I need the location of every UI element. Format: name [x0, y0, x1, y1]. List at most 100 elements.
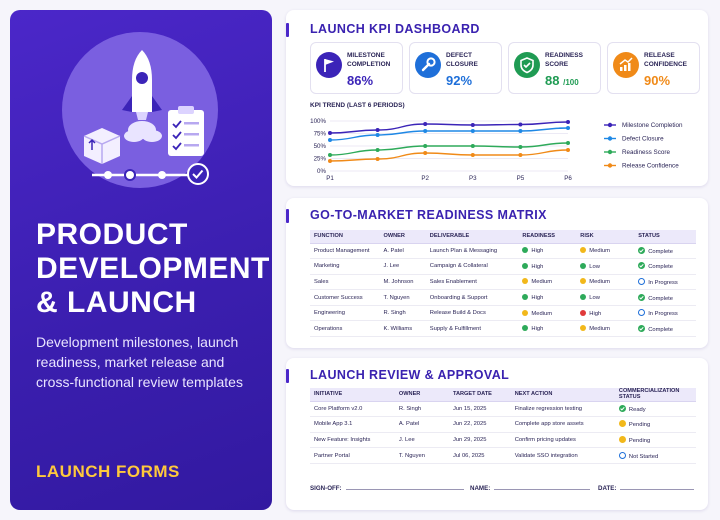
readiness-cell-label: High: [531, 295, 544, 302]
function-cell: Sales: [310, 274, 380, 291]
hero-title-line-3: & LAUNCH: [36, 286, 197, 319]
table-row: New Feature: Insights J. Lee Jun 29, 2025 C…: [310, 432, 696, 449]
status-cell: Ready: [614, 401, 696, 418]
function-cell: Operations: [310, 320, 380, 338]
hero-panel: PRODUCT DEVELOPMENT & LAUNCH Development…: [10, 10, 272, 510]
checklist-icon: [168, 106, 204, 156]
data-point: [375, 157, 380, 161]
column-header: NEXT ACTION: [510, 388, 615, 402]
data-point: [423, 144, 428, 148]
status-label: Complete: [648, 264, 673, 271]
table-row: Mobile App 3.1 A. Patel Jun 22, 2025 Comple…: [310, 416, 696, 433]
deliverable-cell: Onboarding & Support: [425, 289, 519, 306]
data-point: [566, 148, 570, 152]
status-dot-icon: [522, 262, 529, 269]
readiness-cell-label: High: [531, 248, 544, 255]
column-header: FUNCTION: [310, 230, 380, 244]
owner-cell: J. Lee: [379, 258, 426, 275]
table-row: Partner Portal T. Nguyen Jul 06, 2025 Valid…: [310, 447, 696, 464]
data-point: [423, 122, 428, 126]
data-point: [423, 151, 428, 155]
signoff-field[interactable]: SIGN-OFF:: [310, 484, 470, 492]
rocket-icon: [122, 50, 162, 142]
hero-title-line-1: PRODUCT: [36, 218, 188, 251]
status-dot-icon: [522, 309, 529, 316]
title-accent: [286, 209, 289, 223]
status-dot-icon: [522, 247, 529, 254]
column-header: READINESS: [518, 230, 577, 244]
owner-cell: T. Nguyen: [379, 289, 426, 306]
risk-cell: High: [576, 305, 635, 322]
date-field[interactable]: DATE:: [598, 484, 698, 492]
owner-cell: K. Williams: [379, 320, 426, 338]
risk-cell-label: Medium: [589, 248, 610, 255]
status-dot-icon: [522, 294, 529, 301]
x-tick-label: P6: [564, 175, 572, 182]
data-point: [375, 148, 380, 152]
risk-cell: Low: [576, 289, 635, 306]
column-header: STATUS: [634, 230, 696, 244]
table-header-row: INITIATIVE OWNER TARGET DATE NEXT ACTION COM…: [310, 388, 696, 402]
status-dot-icon: [580, 309, 587, 316]
initiative-cell: New Feature: Insights: [310, 432, 395, 449]
next-action-cell: Complete app store assets: [510, 416, 615, 433]
check-circle-icon: [638, 293, 646, 301]
pending-dot-icon: [618, 435, 626, 443]
package-icon: [83, 128, 121, 164]
data-point: [518, 153, 523, 157]
data-point: [470, 123, 475, 127]
kpi-dashboard-card: LAUNCH KPI DASHBOARD MILESTONE COMPLETIO…: [286, 10, 708, 186]
legend-marker: [607, 149, 613, 155]
risk-cell-label: Medium: [589, 326, 610, 333]
column-header: RISK: [576, 230, 635, 244]
data-point: [328, 138, 332, 142]
status-label: Not Started: [628, 453, 659, 460]
series-line: [329, 142, 569, 156]
risk-cell-label: Medium: [589, 279, 610, 286]
status-dot-icon: [580, 325, 587, 332]
status-dot-icon: [522, 278, 529, 285]
risk-cell: Medium: [576, 274, 635, 291]
kpi-trend-chart: 100% 75% 50% 25% 0%P1 P2 P3 P5 P6 Milestone Compl…: [310, 118, 683, 182]
next-action-cell: Finalize regression testing: [510, 401, 615, 418]
target-date-cell: Jun 22, 2025: [448, 416, 511, 433]
risk-cell-label: Low: [589, 295, 600, 302]
deliverable-cell: Sales Enablement: [425, 274, 519, 291]
owner-cell: M. Johnson: [379, 274, 426, 291]
status-label: In Progress: [648, 311, 678, 318]
status-label: Pending: [628, 422, 651, 429]
y-tick-label: 0%: [317, 168, 326, 175]
status-cell: Complete: [634, 320, 696, 338]
status-cell: Pending: [614, 416, 696, 433]
review-approval-card: LAUNCH REVIEW & APPROVAL INITIATIVE OWNER…: [286, 358, 708, 510]
readiness-cell-label: Medium: [531, 310, 553, 317]
hero-tag: LAUNCH FORMS: [36, 462, 180, 481]
check-circle-icon: [618, 404, 626, 412]
next-action-cell: Validate SSO integration: [510, 447, 615, 464]
data-point: [328, 159, 332, 163]
page: PRODUCT DEVELOPMENT & LAUNCH Development…: [0, 0, 720, 520]
readiness-cell-label: High: [531, 263, 544, 270]
signoff-row: SIGN-OFF: NAME: DATE:: [310, 484, 700, 492]
check-circle-icon: [638, 246, 646, 254]
progress-circle-icon: [638, 277, 646, 285]
deliverable-cell: Launch Plan & Messaging: [425, 243, 519, 260]
column-header: DELIVERABLE: [425, 230, 519, 244]
name-field[interactable]: NAME:: [470, 484, 598, 492]
table-row: Customer Success T. Nguyen Onboarding & Su…: [310, 289, 696, 306]
check-circle-icon: [187, 163, 209, 185]
data-point: [566, 126, 570, 130]
owner-cell: A. Patel: [379, 243, 426, 260]
series-line: [329, 149, 569, 162]
target-date-cell: Jun 29, 2025: [448, 432, 511, 449]
target-date-cell: Jul 06, 2025: [448, 447, 511, 464]
progress-circle-icon: [638, 309, 646, 317]
status-dot-icon: [522, 325, 529, 332]
matrix-table-wrap: FUNCTION OWNER DELIVERABLE READINESS RISK STA…: [310, 230, 696, 338]
table-row: Sales M. Johnson Sales Enablement Medium Med…: [310, 274, 696, 291]
readiness-cell: High: [518, 258, 577, 275]
readiness-cell: High: [518, 289, 577, 306]
status-dot-icon: [580, 278, 587, 285]
review-approval-table: INITIATIVE OWNER TARGET DATE NEXT ACTION COM…: [310, 388, 696, 464]
data-point: [518, 122, 523, 127]
